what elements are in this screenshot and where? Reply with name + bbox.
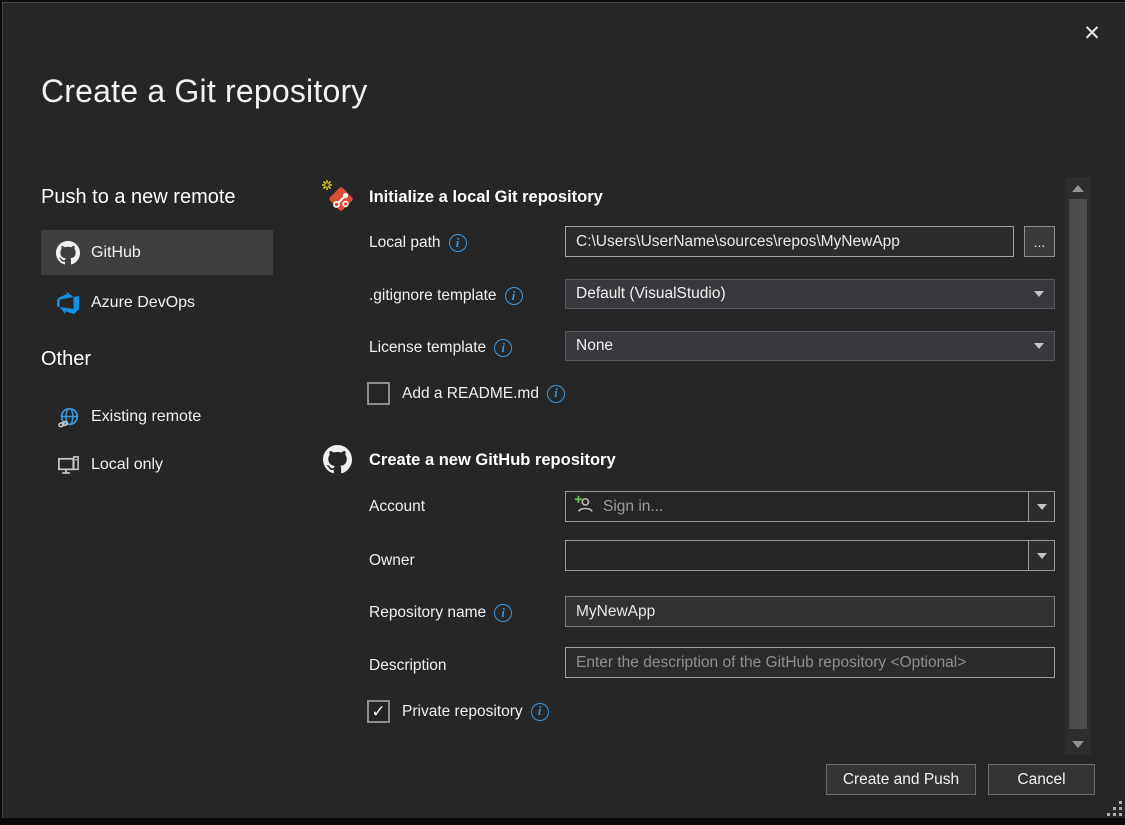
close-icon[interactable]: ✕ [1075, 17, 1109, 49]
label-text: Description [369, 657, 447, 675]
info-icon[interactable] [505, 287, 523, 305]
github-icon [323, 445, 352, 474]
sidebar-item-azure-devops[interactable]: Azure DevOps [41, 286, 273, 320]
screen: ✕ Create a Git repository Push to a new … [0, 0, 1125, 825]
section-header-init-local: Initialize a local Git repository [369, 188, 603, 207]
chevron-down-icon [1037, 504, 1047, 510]
info-icon[interactable] [547, 385, 565, 403]
selected-value: None [576, 337, 613, 355]
page-title: Create a Git repository [41, 73, 368, 110]
account-combobox-body[interactable]: Sign in... [566, 492, 1028, 521]
account-dropdown-button[interactable] [1028, 492, 1054, 521]
private-repository-row: Private repository [367, 700, 549, 723]
label-text: Owner [369, 552, 415, 570]
sidebar-item-label: GitHub [91, 244, 141, 262]
label-text: Add a README.md [402, 385, 539, 403]
label-text: Private repository [402, 703, 523, 721]
owner-label: Owner [369, 552, 415, 570]
account-label: Account [369, 498, 425, 516]
label-text: Account [369, 498, 425, 516]
browse-button[interactable]: ... [1024, 226, 1055, 257]
sidebar-item-github[interactable]: GitHub [41, 230, 273, 275]
repository-name-input[interactable] [565, 596, 1055, 627]
info-icon[interactable] [449, 234, 467, 252]
info-icon[interactable] [494, 604, 512, 622]
private-repository-label: Private repository [402, 703, 549, 721]
add-readme-checkbox[interactable] [367, 382, 390, 405]
info-icon[interactable] [531, 703, 549, 721]
local-path-label: Local path [369, 234, 467, 252]
owner-dropdown-button[interactable] [1028, 541, 1054, 570]
sidebar-header-other: Other [41, 348, 91, 371]
azure-devops-icon [55, 290, 81, 316]
add-user-icon [574, 494, 595, 520]
label-text: License template [369, 339, 486, 357]
account-combobox[interactable]: Sign in... [565, 491, 1055, 522]
chevron-down-icon [1037, 553, 1047, 559]
scroll-down-icon[interactable] [1065, 735, 1091, 753]
label-text: Repository name [369, 604, 486, 622]
owner-combobox[interactable] [565, 540, 1055, 571]
scroll-up-icon[interactable] [1065, 179, 1091, 197]
info-icon[interactable] [494, 339, 512, 357]
chevron-down-icon [1034, 343, 1044, 349]
git-new-repo-icon [321, 179, 359, 217]
scrollbar-thumb[interactable] [1069, 199, 1087, 729]
private-repository-checkbox[interactable] [367, 700, 390, 723]
label-text: Local path [369, 234, 441, 252]
description-label: Description [369, 657, 447, 675]
resize-grip[interactable] [1106, 800, 1124, 823]
monitor-icon [55, 452, 81, 478]
create-and-push-button[interactable]: Create and Push [826, 764, 976, 795]
sidebar-item-label: Azure DevOps [91, 294, 195, 312]
add-readme-label: Add a README.md [402, 385, 565, 403]
license-template-dropdown[interactable]: None [565, 331, 1055, 361]
label-text: .gitignore template [369, 287, 497, 305]
vertical-scrollbar[interactable] [1065, 177, 1091, 755]
description-input[interactable] [565, 647, 1055, 678]
license-template-label: License template [369, 339, 512, 357]
create-git-repository-dialog: ✕ Create a Git repository Push to a new … [2, 2, 1125, 818]
section-header-create-github: Create a new GitHub repository [369, 451, 616, 470]
gitignore-template-label: .gitignore template [369, 287, 523, 305]
local-path-input[interactable] [565, 226, 1014, 257]
gitignore-template-dropdown[interactable]: Default (VisualStudio) [565, 279, 1055, 309]
sidebar-item-existing-remote[interactable]: Existing remote [41, 401, 273, 433]
sign-in-text: Sign in... [603, 498, 663, 516]
github-icon [55, 240, 81, 266]
add-readme-row: Add a README.md [367, 382, 565, 405]
owner-combobox-body[interactable] [566, 541, 1028, 570]
chevron-down-icon [1034, 291, 1044, 297]
sidebar-header-push-remote: Push to a new remote [41, 186, 236, 209]
repository-name-label: Repository name [369, 604, 512, 622]
sidebar-item-label: Existing remote [91, 408, 201, 426]
sidebar-item-label: Local only [91, 456, 163, 474]
sidebar-item-local-only[interactable]: Local only [41, 449, 273, 481]
selected-value: Default (VisualStudio) [576, 285, 726, 303]
globe-link-icon [55, 404, 81, 430]
cancel-button[interactable]: Cancel [988, 764, 1095, 795]
